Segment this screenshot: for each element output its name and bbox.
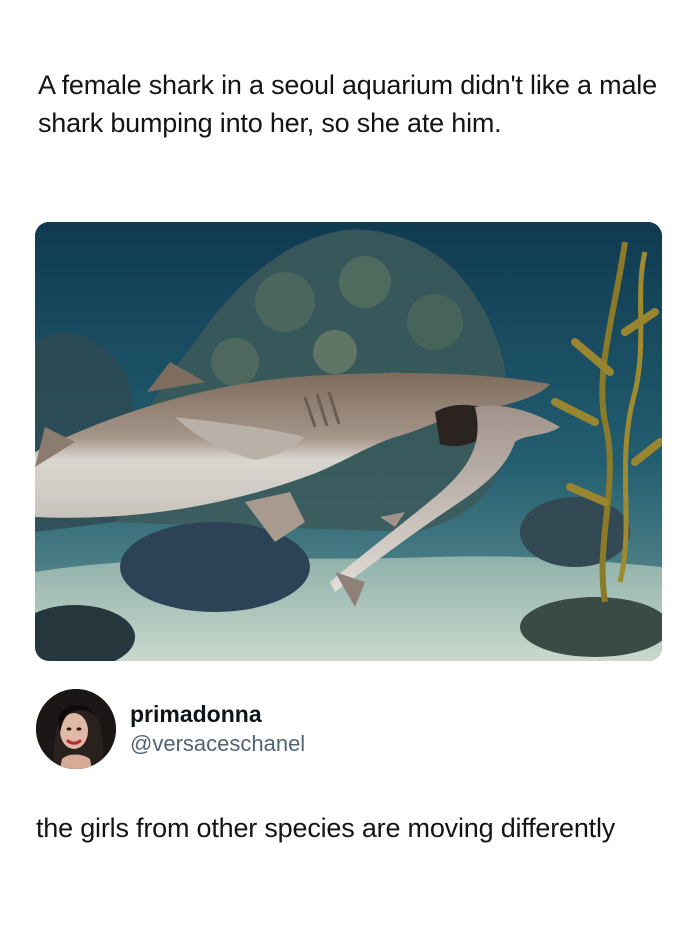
shark-photo[interactable] bbox=[35, 222, 662, 661]
avatar-icon bbox=[36, 689, 116, 769]
shark-photo-illustration bbox=[35, 222, 662, 661]
author-display-name[interactable]: primadonna bbox=[130, 699, 305, 729]
author-handle[interactable]: @versaceschanel bbox=[130, 729, 305, 759]
reply-author[interactable]: primadonna @versaceschanel bbox=[36, 688, 305, 770]
avatar[interactable] bbox=[36, 689, 116, 769]
author-names: primadonna @versaceschanel bbox=[130, 699, 305, 759]
post-text: A female shark in a seoul aquarium didn'… bbox=[38, 70, 657, 138]
reply-text: the girls from other species are moving … bbox=[36, 813, 616, 843]
